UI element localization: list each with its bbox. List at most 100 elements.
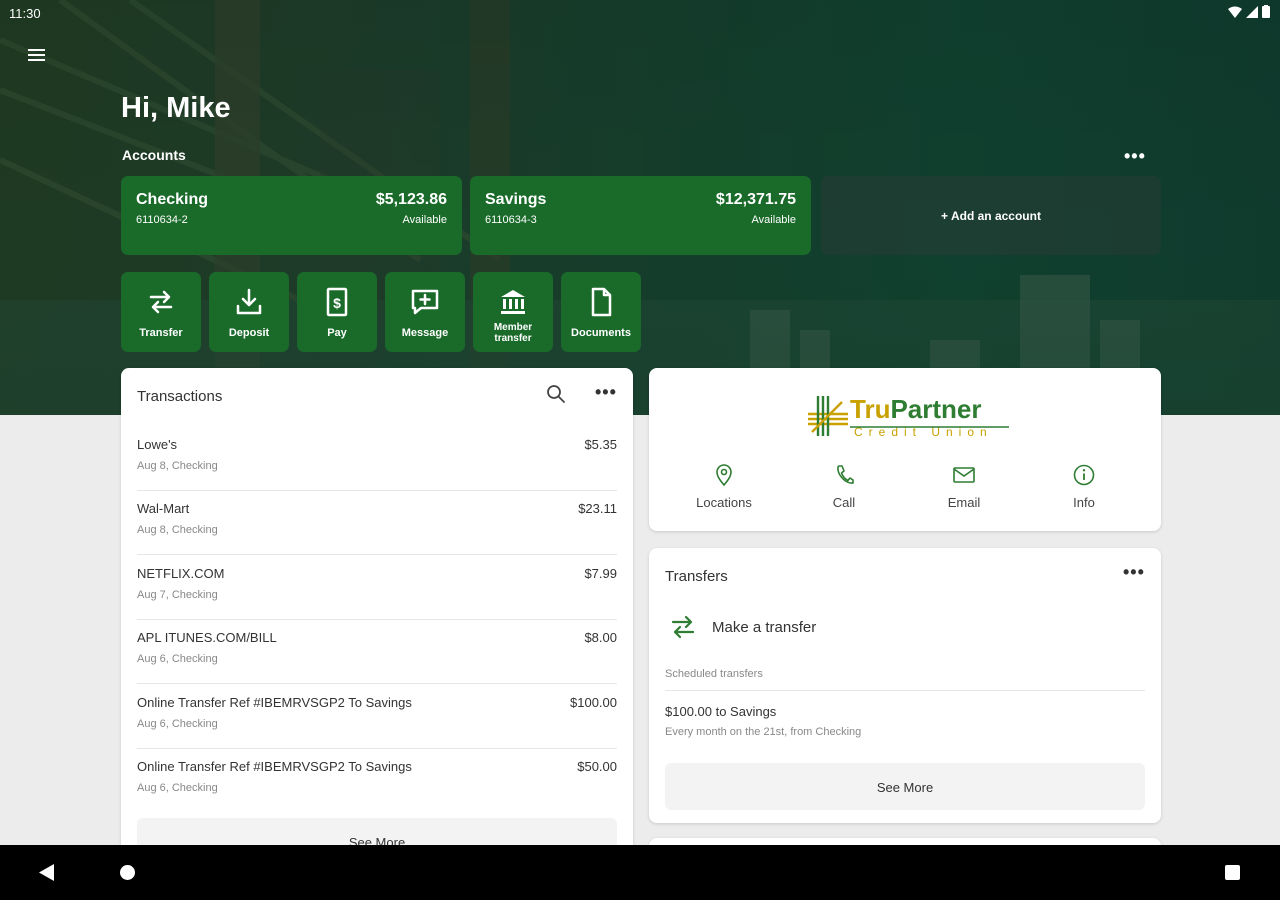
accounts-label: Accounts [122,147,186,163]
transaction-amount: $7.99 [584,566,617,581]
email-label: Email [947,495,981,510]
transaction-merchant: NETFLIX.COM [137,566,225,581]
android-nav-bar [0,845,1280,900]
quick-action-label-line1: Member [493,322,533,333]
info-button[interactable]: Info [1039,463,1129,510]
scheduled-transfer-item[interactable]: $100.00 to Savings Every month on the 21… [665,704,1145,748]
make-transfer-label: Make a transfer [712,619,817,636]
transaction-amount: $50.00 [577,759,617,774]
transaction-detail: Aug 6, Checking [137,653,218,665]
transaction-detail: Aug 8, Checking [137,460,218,472]
trupartner-logo: TruPartner Credit Union [804,392,1014,447]
transfers-more-button[interactable]: ••• [1123,562,1145,583]
quick-action-label: Deposit [228,327,270,339]
account-balance: $12,371.75 [715,191,796,208]
battery-icon [1262,5,1270,18]
transaction-merchant: APL ITUNES.COM/BILL [137,630,277,645]
transaction-row[interactable]: Lowe's Aug 8, Checking $5.35 [137,427,617,491]
make-transfer-button[interactable]: Make a transfer [665,610,1145,646]
credit-union-card: TruPartner Credit Union Locations Call E… [649,368,1161,531]
transaction-row[interactable]: Online Transfer Ref #IBEMRVSGP2 To Savin… [137,685,617,749]
pay-icon: $ [326,287,348,317]
quick-action-message[interactable]: Message [385,272,465,352]
transactions-title: Transactions [137,388,223,405]
transaction-amount: $8.00 [584,630,617,645]
message-icon [411,289,439,315]
transaction-detail: Aug 7, Checking [137,589,218,601]
status-bar: 11:30 [0,0,1280,26]
account-name: Checking [136,191,209,208]
deposit-icon [236,288,262,315]
add-account-button[interactable]: + Add an account [821,176,1161,255]
transaction-amount: $100.00 [570,695,617,710]
email-icon [953,467,975,483]
transaction-amount: $23.11 [578,501,617,516]
quick-action-transfer[interactable]: Transfer [121,272,201,352]
transfers-see-more-button[interactable]: See More [665,763,1145,810]
info-label: Info [1073,495,1095,510]
scheduled-transfer-title: $100.00 to Savings [665,704,777,719]
transaction-detail: Aug 6, Checking [137,718,218,730]
quick-action-label: Member transfer [473,322,553,344]
scheduled-transfer-detail: Every month on the 21st, from Checking [665,726,862,738]
home-icon[interactable] [120,865,135,880]
transaction-row[interactable]: APL ITUNES.COM/BILL Aug 6, Checking $8.0… [137,620,617,684]
search-icon[interactable] [546,384,566,404]
scheduled-transfers-label: Scheduled transfers [665,668,763,680]
transaction-merchant: Online Transfer Ref #IBEMRVSGP2 To Savin… [137,759,412,774]
bank-icon [501,290,525,314]
phone-icon [837,465,854,484]
menu-icon[interactable] [24,46,50,68]
account-card-checking[interactable]: Checking 6110634-2 $5,123.86 Available [121,176,462,255]
account-balance: $5,123.86 [375,191,447,208]
logo-name: TruPartner [850,394,982,424]
quick-action-deposit[interactable]: Deposit [209,272,289,352]
greeting: Hi, Mike [121,92,231,124]
transaction-row[interactable]: Online Transfer Ref #IBEMRVSGP2 To Savin… [137,749,617,813]
transaction-merchant: Wal-Mart [137,501,190,516]
call-label: Call [832,495,856,510]
transaction-row[interactable]: Wal-Mart Aug 8, Checking $23.11 [137,491,617,555]
transaction-detail: Aug 8, Checking [137,524,218,536]
location-pin-icon [716,464,732,487]
locations-button[interactable]: Locations [679,463,769,510]
account-balance-label: Available [751,214,796,226]
quick-action-member-transfer[interactable]: Member transfer [473,272,553,352]
locations-label: Locations [696,495,752,510]
quick-action-label: Transfer [139,327,183,339]
transactions-more-button[interactable]: ••• [595,382,617,403]
accounts-more-button[interactable]: ••• [1124,146,1146,167]
transactions-card: Transactions ••• Lowe's Aug 8, Checking … [121,368,633,868]
quick-action-label: Pay [327,327,347,339]
recents-icon[interactable] [1225,865,1240,880]
divider [665,690,1145,691]
trupartner-logo-mark: TruPartner Credit Union [808,394,1009,439]
transaction-detail: Aug 6, Checking [137,782,218,794]
account-number: 6110634-3 [485,214,537,226]
quick-action-label: Documents [571,327,631,339]
document-icon [591,287,612,317]
account-name: Savings [485,191,547,208]
account-card-savings[interactable]: Savings 6110634-3 $12,371.75 Available [470,176,811,255]
call-button[interactable]: Call [799,463,889,510]
quick-action-pay[interactable]: $ Pay [297,272,377,352]
transfer-icon [671,615,695,639]
quick-action-label-line2: transfer [494,333,532,344]
quick-action-documents[interactable]: Documents [561,272,641,352]
status-time: 11:30 [9,6,41,21]
info-icon [1073,464,1095,486]
transaction-row[interactable]: NETFLIX.COM Aug 7, Checking $7.99 [137,556,617,620]
account-balance-label: Available [402,214,447,226]
wifi-icon [1228,6,1242,18]
account-number: 6110634-2 [136,214,188,226]
back-icon[interactable] [39,864,55,881]
transaction-merchant: Online Transfer Ref #IBEMRVSGP2 To Savin… [137,695,412,710]
quick-action-label: Message [401,327,449,339]
signal-icon [1246,5,1258,18]
transaction-merchant: Lowe's [137,437,178,452]
transfer-icon [149,290,173,314]
transaction-amount: $5.35 [584,437,617,452]
email-button[interactable]: Email [919,463,1009,510]
svg-text:$: $ [333,295,341,311]
status-icons [1228,5,1270,18]
